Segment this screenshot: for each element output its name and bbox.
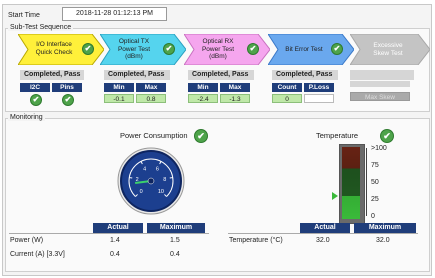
power-header-actual: Actual xyxy=(93,223,143,233)
step-skew-status xyxy=(350,70,414,80)
ber-ploss-value xyxy=(304,94,334,103)
temp-scale-100: >100 xyxy=(371,145,387,152)
rx-max-value: -1.3 xyxy=(220,94,250,103)
power-table-divider xyxy=(9,233,209,234)
check-icon: ✔ xyxy=(30,94,42,106)
gauge-tick-label: 6 xyxy=(156,167,159,173)
rx-header-max: Max xyxy=(220,83,250,92)
step-rx-status: Completed, Pass xyxy=(188,70,254,80)
tx-header-min: Min xyxy=(104,83,134,92)
temp-header-maximum: Maximum xyxy=(354,223,416,233)
thermometer-pointer-icon xyxy=(332,191,338,200)
power-row-label: Power (W) xyxy=(10,237,44,244)
skew-max-field: Max Skew xyxy=(350,92,410,101)
step-ber-status: Completed, Pass xyxy=(272,70,338,80)
rx-header-min: Min xyxy=(188,83,218,92)
io-header-i2c: I2C xyxy=(20,83,50,92)
power-consumption-title: Power Consumption xyxy=(120,131,188,140)
current-maximum: 0.4 xyxy=(170,251,180,258)
temperature-row-label: Temperature (°C) xyxy=(229,237,283,244)
current-row-label: Current (A) [3.3V] xyxy=(10,251,65,258)
step-optical-rx-label: Optical RX Power Test (dBm) xyxy=(201,38,235,60)
current-actual: 0.4 xyxy=(110,251,120,258)
power-actual: 1.4 xyxy=(110,237,120,244)
step-tx-status: Completed, Pass xyxy=(104,70,170,80)
temp-scale-0: 0 xyxy=(371,213,375,220)
thermometer-unfilled xyxy=(342,147,360,196)
gauge-tick-label: 8 xyxy=(163,177,166,183)
check-icon: ✔ xyxy=(194,129,208,143)
ber-header-ploss: P.Loss xyxy=(304,83,334,92)
gauge-tick-label: 0 xyxy=(140,189,143,195)
temperature-scale-axis xyxy=(366,148,367,216)
gauge-tick-label: 10 xyxy=(158,189,164,195)
temp-header-actual: Actual xyxy=(300,223,350,233)
gauge-tick-label: 4 xyxy=(143,167,146,173)
power-header-maximum: Maximum xyxy=(147,223,205,233)
step-io-status: Completed, Pass xyxy=(20,70,84,80)
check-icon: ✔ xyxy=(62,94,74,106)
temp-scale-75: 75 xyxy=(371,162,379,169)
tx-max-value: 0.8 xyxy=(136,94,166,103)
check-icon: ✔ xyxy=(331,43,343,55)
tx-header-max: Max xyxy=(136,83,166,92)
monitoring-title: Monitoring xyxy=(8,114,45,121)
power-gauge: 024 6810 xyxy=(117,147,185,215)
check-icon: ✔ xyxy=(163,43,175,55)
check-icon: ✔ xyxy=(380,129,394,143)
step-optical-tx-label: Optical TX Power Test (dBm) xyxy=(117,38,151,60)
temp-scale-50: 50 xyxy=(371,179,379,186)
sub-test-sequence-title: Sub-Test Sequence xyxy=(8,24,74,31)
step-io-interface-label: I/O Interface Quick Check xyxy=(35,41,73,56)
ber-header-count: Count xyxy=(272,83,302,92)
step-bit-error-label: Bit Error Test xyxy=(285,46,323,53)
temp-table-divider xyxy=(228,233,418,234)
skew-header-bar xyxy=(350,81,410,87)
check-icon: ✔ xyxy=(247,43,259,55)
temperature-title: Temperature xyxy=(316,131,359,140)
io-header-pins: Pins xyxy=(52,83,82,92)
power-maximum: 1.5 xyxy=(170,237,180,244)
check-icon: ✔ xyxy=(82,43,94,55)
tx-min-value: -0.1 xyxy=(104,94,134,103)
temperature-actual: 32.0 xyxy=(316,237,330,244)
start-time-label: Start Time xyxy=(8,12,40,19)
step-excessive-skew-label: Excessive Skew Test xyxy=(373,42,403,57)
rx-min-value: -2.4 xyxy=(188,94,218,103)
temp-scale-25: 25 xyxy=(371,196,379,203)
ber-count-value: 0 xyxy=(272,94,302,103)
start-time-field: 2018-11-28 01:12:13 PM xyxy=(62,7,167,21)
temperature-maximum: 32.0 xyxy=(376,237,390,244)
